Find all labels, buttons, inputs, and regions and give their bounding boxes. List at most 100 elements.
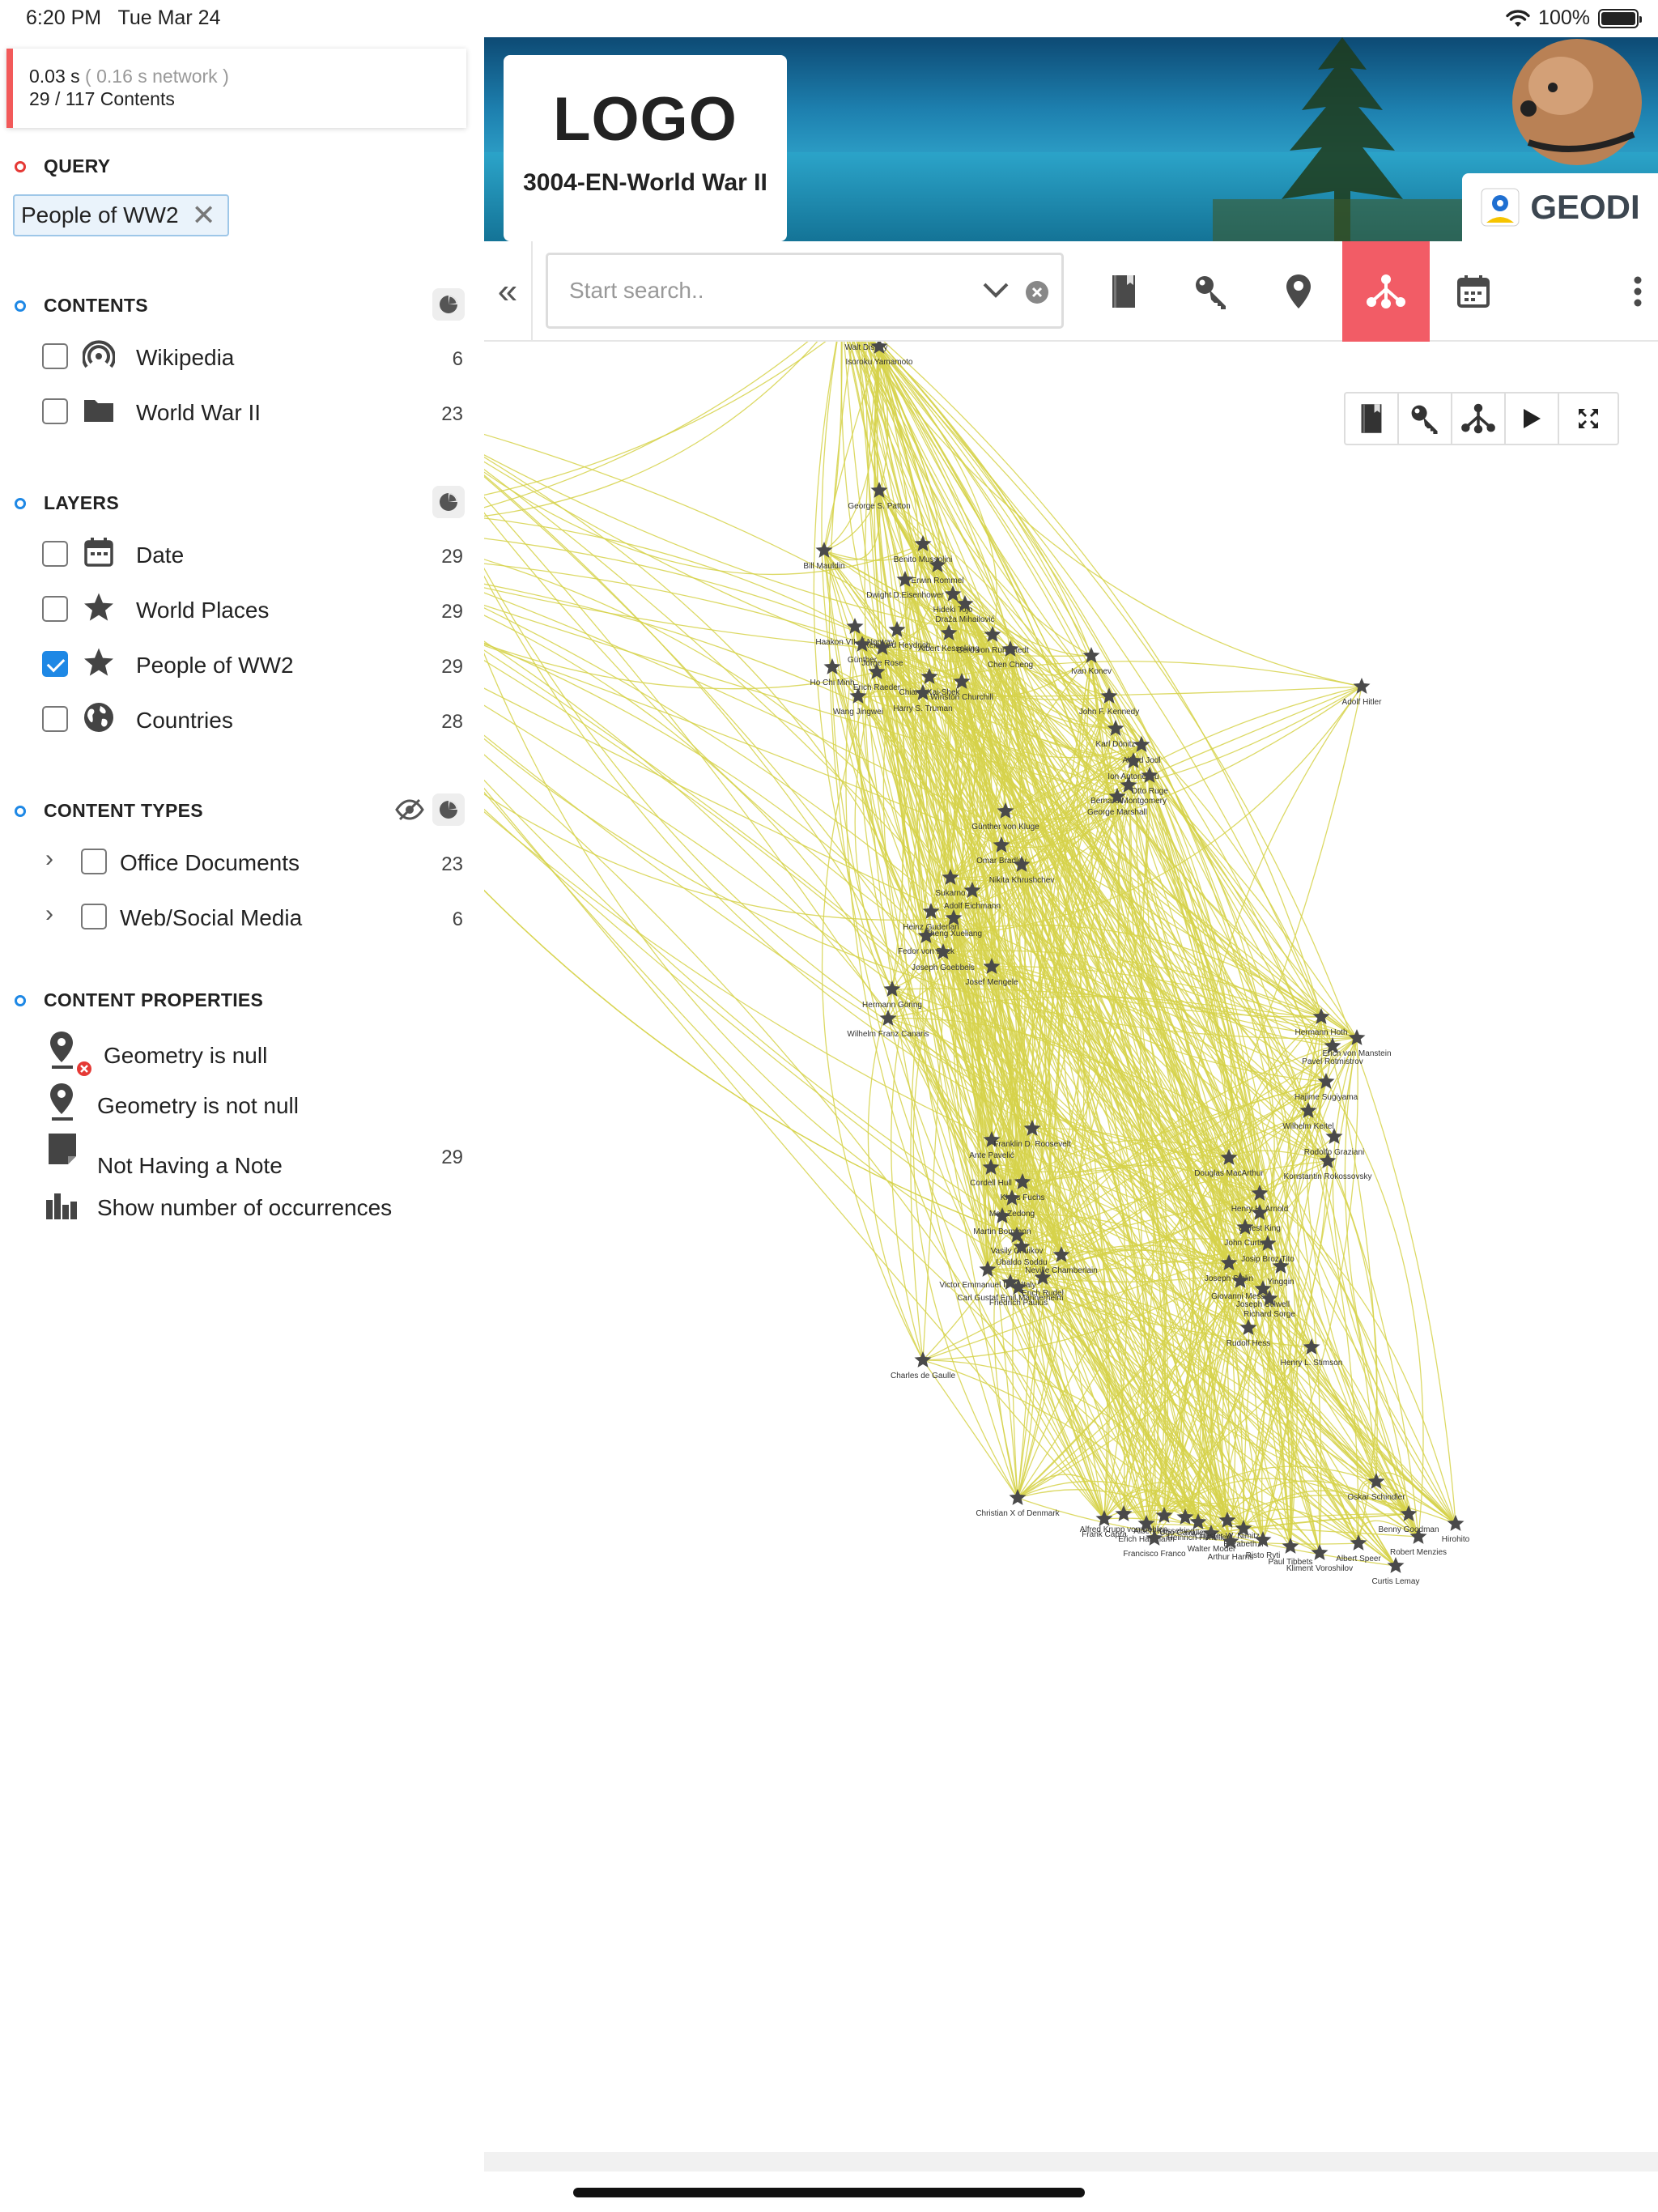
chevron-down-icon[interactable] [982,281,1010,300]
property-not-having-a-note[interactable]: Not Having a Note 29 [0,1130,484,1178]
web-social-media-count: 6 [452,908,463,930]
sidebar: 0.03 s ( 0.16 s network ) 29 / 117 Conte… [0,37,484,2175]
content-type-web-social-media[interactable]: › Web/Social Media 6 [0,894,484,939]
content-types-bullet-icon [15,805,26,817]
contents-item-world-war-ii[interactable]: World War II 23 [0,389,484,434]
contents-pie-chart-icon[interactable] [432,288,465,321]
content-type-office-documents[interactable]: › Office Documents 23 [0,839,484,884]
content-types-title-text: CONTENT TYPES [44,800,203,821]
date-count: 29 [441,546,463,568]
logo-card[interactable]: LOGO 3004-EN-World War II [504,55,787,241]
contents-bullet-icon [15,300,26,312]
office-documents-label: Office Documents [120,850,300,875]
world-war-ii-label: World War II [136,400,261,425]
header-banner: LOGO 3004-EN-World War II GEODI [484,37,1658,241]
date-checkbox[interactable] [42,541,68,567]
more-options-button[interactable] [1618,241,1658,342]
globe-icon [81,700,117,735]
show-number-of-occurrences-label: Show number of occurrences [97,1195,393,1220]
node-label: Neville Chamberlain [1025,1266,1097,1275]
node-star-icon[interactable] [1115,1505,1133,1521]
project-name: 3004-EN-World War II [523,169,767,196]
home-indicator[interactable] [573,2188,1085,2197]
people-of-ww2-checkbox[interactable] [42,651,68,677]
node-label: Wang Jingwei [833,708,883,717]
contents-section-title: CONTENTS [15,295,148,317]
node-label: Kliment Voroshilov [1286,1564,1353,1573]
web-social-media-checkbox[interactable] [81,904,107,929]
node-label: Rudolf Hess [1226,1339,1270,1348]
node-label: Charles de Gaulle [891,1372,955,1380]
documents-tool-button[interactable] [1080,241,1167,342]
graph-tool-button[interactable] [1342,241,1430,342]
map-pin-icon [47,1082,76,1129]
layers-pie-chart-icon[interactable] [432,486,465,518]
node-label: Reinhard Heydrich [864,641,931,650]
world-places-count: 29 [441,601,463,623]
graph-view[interactable]: Daniel InouyeBob HopeWalt DisneyIsoroku … [484,342,1658,2172]
search-box[interactable] [546,253,1064,329]
content-properties-section-title: CONTENT PROPERTIES [15,989,263,1011]
collapse-sidebar-button[interactable]: « [484,241,533,342]
property-geometry-is-null[interactable]: Geometry is null [0,1030,484,1076]
graph-node[interactable]: Christian X of Denmark [976,1489,1061,1518]
map-tool-button[interactable] [1255,241,1342,342]
calendar-tool-button[interactable] [1430,241,1517,342]
node-label: Chen Cheng [988,661,1033,670]
geodi-brand[interactable]: GEODI [1462,173,1658,241]
key-icon [1196,276,1226,309]
graph-edge [484,615,893,990]
graph-node[interactable]: Hirohito [1442,1515,1470,1544]
content-types-pie-chart-icon[interactable] [432,793,465,826]
more-vertical-icon [1634,276,1642,307]
node-star-icon[interactable] [1282,1538,1299,1554]
timing-network: ( 0.16 s network ) [85,66,229,87]
node-label: Joseph Stilwell [1236,1300,1290,1309]
layer-item-date[interactable]: Date 29 [0,531,484,576]
people-of-ww2-label: People of WW2 [136,653,294,678]
eye-slash-icon[interactable] [393,793,426,826]
node-label: Konstantin Rokossovsky [1284,1172,1372,1181]
query-title-text: QUERY [44,155,111,177]
node-label: Albert Speer [1336,1555,1381,1563]
node-star-icon[interactable] [1350,1534,1367,1551]
node-label: Hirohito [1442,1535,1470,1544]
node-label: Adolf Hitler [1342,698,1383,707]
node-label: Winston Churchill [930,693,993,702]
node-label: Ante Pavelić [969,1151,1014,1160]
world-places-checkbox[interactable] [42,596,68,622]
timing-seconds: 0.03 s [29,66,80,87]
expand-chevron-icon[interactable]: › [45,845,53,873]
status-time-text: 6:20 PM [26,6,102,29]
node-label: Hermann Göring [862,1001,922,1010]
layer-item-people-of-ww2[interactable]: People of WW2 29 [0,641,484,687]
property-geometry-is-not-null[interactable]: Geometry is not null [0,1080,484,1125]
countries-checkbox[interactable] [42,706,68,732]
property-show-number-of-occurrences[interactable]: Show number of occurrences [0,1182,484,1227]
node-label: Curtis Lemay [1372,1577,1420,1586]
contents-item-wikipedia[interactable]: Wikipedia 6 [0,334,484,379]
office-documents-checkbox[interactable] [81,849,107,874]
query-chip[interactable]: People of WW2 ✕ [13,194,229,236]
node-label: Robert Menzies [1390,1548,1447,1557]
query-section-title: QUERY [15,155,110,177]
countries-label: Countries [136,708,233,733]
wikipedia-checkbox[interactable] [42,343,68,369]
node-label: Joseph Goebbels [912,963,975,972]
keywords-tool-button[interactable] [1167,241,1255,342]
clear-search-icon[interactable] [1024,279,1050,305]
remove-query-icon[interactable]: ✕ [192,201,216,230]
expand-chevron-icon[interactable]: › [45,900,53,928]
not-having-a-note-count: 29 [441,1146,463,1168]
layer-item-world-places[interactable]: World Places 29 [0,586,484,632]
status-time: 6:20 PM Tue Mar 24 [26,6,220,30]
network-graph[interactable]: Daniel InouyeBob HopeWalt DisneyIsoroku … [484,342,1658,2152]
graph-node[interactable]: Charles de Gaulle [891,1351,955,1380]
world-war-ii-checkbox[interactable] [42,398,68,424]
search-input[interactable] [569,274,958,307]
node-label: Erich Rudel [1022,1289,1064,1298]
layer-item-countries[interactable]: Countries 28 [0,696,484,742]
note-icon [47,1132,78,1172]
folder-icon [81,392,117,428]
wikipedia-label: Wikipedia [136,345,235,370]
